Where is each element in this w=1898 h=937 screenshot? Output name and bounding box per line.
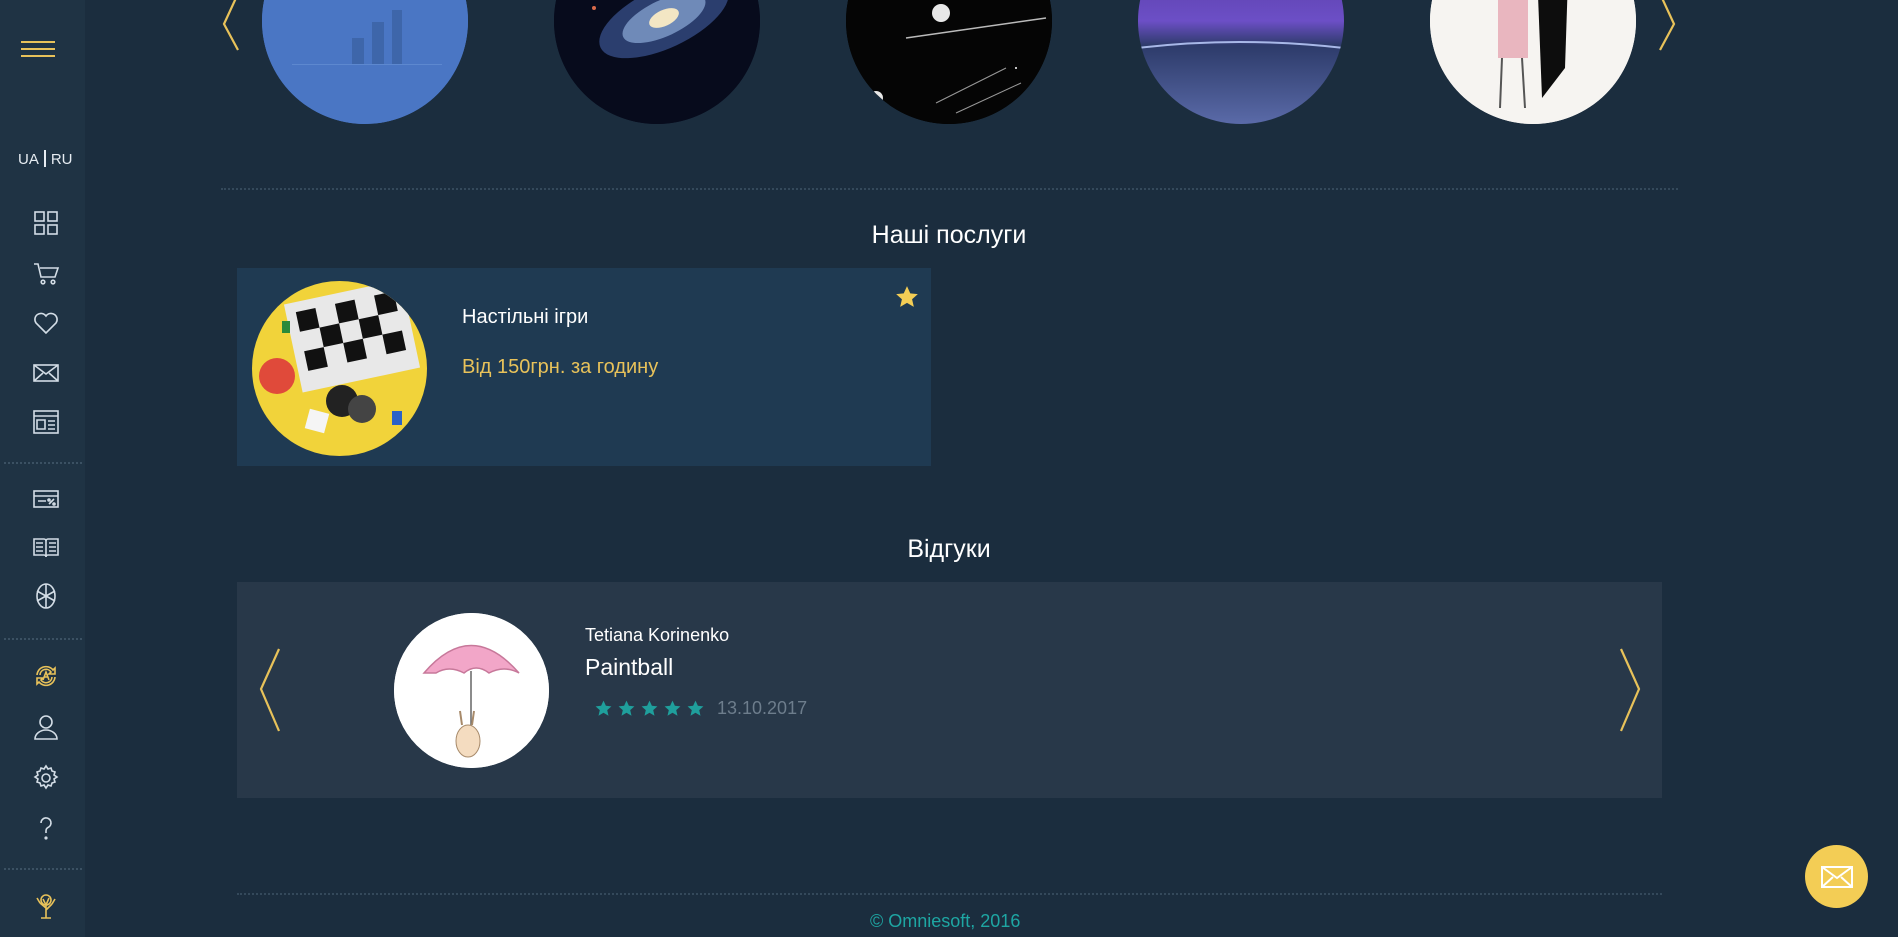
cart-icon[interactable] (29, 256, 63, 290)
news-icon[interactable] (29, 405, 63, 439)
rating-star-icon (687, 700, 704, 716)
service-image-board-games (252, 281, 427, 456)
catalog-icon[interactable] (29, 206, 63, 240)
mail-icon (1820, 865, 1853, 888)
carousel-image-couple[interactable] (1430, 0, 1636, 124)
sidebar: UA RU (0, 0, 85, 937)
help-icon[interactable] (29, 811, 63, 845)
footer-divider (237, 893, 1662, 895)
currency-exchange-icon[interactable] (29, 659, 63, 693)
review-rating (594, 699, 705, 718)
tree-logo-icon[interactable] (29, 889, 63, 923)
reviewer-avatar (394, 613, 549, 768)
section-divider (221, 188, 1678, 190)
discount-card-icon[interactable] (29, 482, 63, 516)
rating-star-icon (664, 700, 681, 716)
favorites-icon[interactable] (29, 306, 63, 340)
messages-icon[interactable] (29, 356, 63, 390)
book-icon[interactable] (29, 530, 63, 564)
rating-star-icon (595, 700, 612, 716)
lang-ua-link[interactable]: UA (18, 151, 39, 168)
service-card[interactable]: Настільні ігри Від 150грн. за годину (237, 268, 931, 466)
carousel-image-galaxy[interactable] (554, 0, 760, 124)
carousel-image-night-sky[interactable] (1138, 0, 1344, 124)
reviews-prev-arrow[interactable] (255, 647, 285, 738)
carousel-image-chart[interactable] (262, 0, 468, 124)
reviews-title: Відгуки (907, 535, 991, 563)
footer-copyright: © Omniesoft, 2016 (870, 911, 1021, 931)
review-service: Paintball (585, 654, 674, 680)
settings-icon[interactable] (29, 761, 63, 795)
carousel-prev-arrow[interactable] (216, 0, 244, 57)
user-icon[interactable] (29, 710, 63, 744)
carousel-image-astronaut[interactable] (846, 0, 1052, 124)
favorite-star-icon[interactable] (894, 284, 920, 310)
review-author: Tetiana Korinenko (585, 625, 730, 645)
contact-mail-button[interactable] (1805, 845, 1868, 908)
reviews-next-arrow[interactable] (1615, 647, 1645, 738)
service-name: Настільні ігри (462, 306, 589, 328)
sidebar-divider (4, 462, 82, 464)
ball-icon[interactable] (29, 579, 63, 613)
rating-star-icon (641, 700, 658, 716)
menu-icon[interactable] (21, 36, 55, 60)
rating-star-icon (618, 700, 635, 716)
review-date: 13.10.2017 (717, 698, 808, 718)
reviews-slider: Tetiana Korinenko Paintball 13.10.2017 (237, 582, 1662, 798)
lang-ru-link[interactable]: RU (51, 151, 73, 168)
carousel-next-arrow[interactable] (1654, 0, 1682, 57)
services-title: Наші послуги (871, 221, 1027, 249)
service-price: Від 150грн. за годину (462, 356, 659, 378)
lang-separator (43, 150, 46, 167)
sidebar-divider (4, 868, 82, 870)
language-switcher: UA RU (18, 150, 73, 168)
sidebar-divider (4, 638, 82, 640)
